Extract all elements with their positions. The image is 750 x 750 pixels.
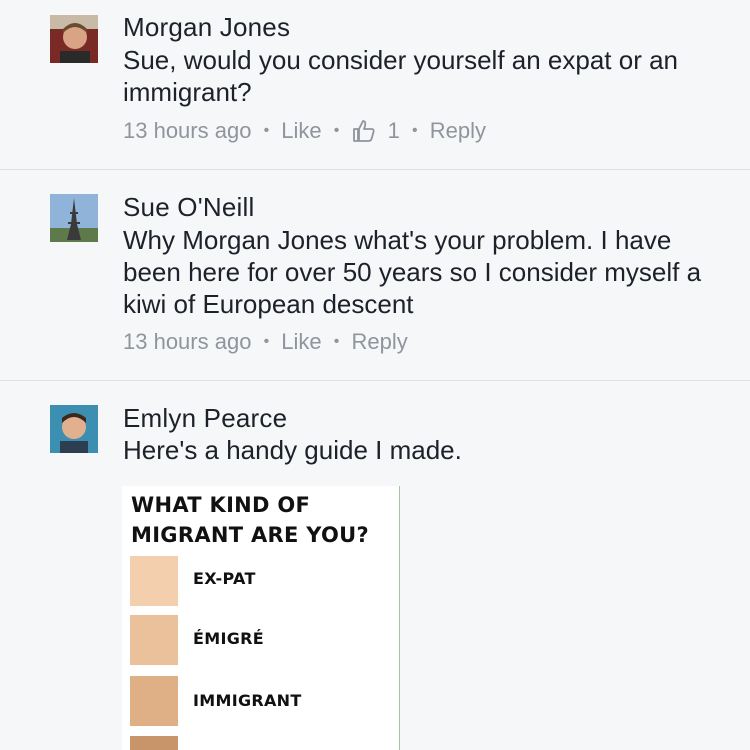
color-swatch [130,615,178,665]
like-count: 1 [387,118,400,144]
attachment-title-line: MIGRANT ARE YOU? [131,523,370,547]
color-swatch [130,676,178,726]
color-swatch [130,736,178,750]
comment-attachment-image[interactable]: WHAT KIND OF MIGRANT ARE YOU? EX-PAT ÉMI… [122,486,400,750]
avatar[interactable] [50,405,98,453]
swatch-label: IMMIGRANT [193,691,302,710]
like-link[interactable]: Like [281,117,321,145]
reply-link[interactable]: Reply [352,328,408,356]
like-link[interactable]: Like [281,328,321,356]
avatar[interactable] [50,194,98,242]
thumbs-up-icon [352,119,376,143]
swatch-label: EX-PAT [193,569,256,588]
comment-sue-oneill: Sue O'Neill Why Morgan Jones what's your… [0,170,750,381]
swatch-label: ÉMIGRÉ [193,629,264,648]
separator-dot: • [263,333,270,351]
separator-dot: • [333,333,340,351]
comment-meta: 13 hours ago • Like • 1 • Reply [123,116,486,145]
reply-link[interactable]: Reply [430,117,486,145]
separator-dot: • [263,122,270,140]
comment-morgan-jones: Morgan Jones Sue, would you consider you… [0,0,750,170]
color-swatch [130,556,178,606]
comment-text: Sue, would you consider yourself an expa… [123,45,679,107]
comment-timestamp[interactable]: 13 hours ago [123,328,251,356]
attachment-title: WHAT KIND OF MIGRANT ARE YOU? [131,490,399,550]
separator-dot: • [333,122,340,140]
separator-dot: • [412,122,418,140]
comment-timestamp[interactable]: 13 hours ago [123,117,251,145]
comment-text: Here's a handy guide I made. [123,435,462,465]
attachment-title-line: WHAT KIND OF [131,493,311,517]
comment-author[interactable]: Morgan Jones [123,12,290,42]
comment-text: Why Morgan Jones what's your problem. I … [123,225,702,319]
comment-meta: 13 hours ago • Like • Reply [123,327,408,356]
comment-author[interactable]: Sue O'Neill [123,192,254,222]
comment-author[interactable]: Emlyn Pearce [123,403,287,433]
avatar[interactable] [50,15,98,63]
